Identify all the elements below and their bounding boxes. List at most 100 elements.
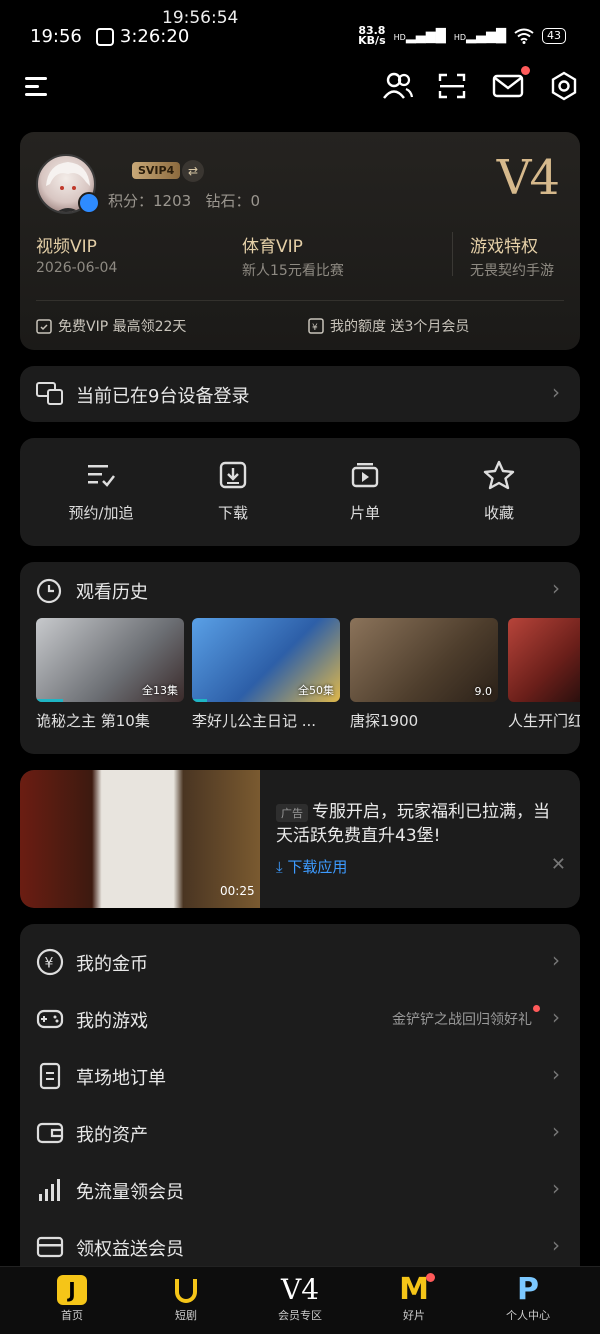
playlist-button[interactable]: 片单 — [300, 460, 430, 523]
settings-icon[interactable] — [544, 66, 584, 106]
watch-history-title[interactable]: 观看历史 — [76, 578, 148, 604]
playlist-label: 片单 — [349, 504, 380, 522]
points-text: 积分：1203 钻石：0 — [108, 192, 261, 210]
chevron-right-icon: › — [552, 948, 560, 972]
sports-vip-title[interactable]: 体育VIP — [242, 232, 303, 257]
menu-label: 我的金币 — [76, 954, 148, 975]
tab-label: 好片 — [403, 1309, 425, 1322]
quota-icon: ¥ — [308, 318, 324, 334]
history-title[interactable]: 唐探1900 — [350, 710, 498, 731]
tab-profile[interactable]: P 个人中心 — [478, 1275, 578, 1323]
vip-level: V4 — [496, 150, 560, 206]
episode-count: 全50集 — [298, 684, 334, 697]
reserve-button[interactable]: 预约/加追 — [36, 460, 166, 523]
history-thumb[interactable] — [508, 618, 580, 702]
menu-label: 领权益送会员 — [76, 1239, 184, 1260]
tab-label: 个人中心 — [506, 1309, 550, 1322]
ad-image[interactable]: 00:25 — [20, 770, 260, 908]
divider — [452, 232, 453, 276]
history-title[interactable]: 李好儿公主日记 ... — [192, 710, 340, 731]
ad-tag: 广告 — [276, 804, 308, 822]
menu-promo-text: 金铲铲之战回归领好礼 — [392, 1012, 532, 1028]
favorites-label: 收藏 — [483, 504, 514, 522]
menu-item-free-data[interactable]: 免流量领会员 › — [20, 1162, 580, 1219]
card-icon — [36, 1236, 64, 1258]
signal-icon — [39, 1179, 60, 1201]
star-icon — [483, 460, 515, 490]
video-vip-expiry: 2026-06-04 — [36, 260, 118, 276]
menu-item-games[interactable]: 我的游戏 金铲铲之战回归领好礼 › — [20, 991, 580, 1048]
devices-icon — [36, 382, 63, 405]
notification-dot — [533, 1005, 540, 1012]
free-vip-label: 免费VIP 最高领22天 — [58, 319, 187, 335]
wallet-icon — [36, 1122, 64, 1144]
timer-icon — [95, 27, 114, 46]
episode-count: 全13集 — [142, 684, 178, 697]
history-title[interactable]: 诡秘之主 第10集 — [36, 710, 184, 731]
status-timer: 3:26:20 — [119, 26, 190, 47]
chevron-right-icon: › — [552, 1005, 560, 1029]
close-ad-icon[interactable]: ✕ — [551, 854, 566, 875]
menu-item-coins[interactable]: ¥ 我的金币 › — [20, 934, 580, 991]
signal-1-icon: HD▂▄▆█ — [393, 28, 446, 44]
status-bar-left: 19:56 3:26:20 — [30, 26, 189, 47]
reserve-list-icon — [88, 465, 115, 487]
chevron-right-icon: › — [552, 1233, 560, 1257]
chevron-right-icon: › — [552, 1062, 560, 1086]
verified-badge-icon — [78, 192, 100, 214]
friends-icon[interactable] — [378, 66, 418, 106]
signal-2-icon: HD▂▄▆█ — [453, 28, 506, 44]
clock-icon — [36, 578, 62, 604]
history-thumb[interactable]: 9.0 — [350, 618, 498, 702]
gamepad-icon — [36, 1009, 64, 1029]
quick-actions: 预约/加追 下载 片单 收藏 — [20, 438, 580, 546]
menu-item-orders[interactable]: 草场地订单 › — [20, 1048, 580, 1105]
status-time: 19:56 — [30, 26, 82, 47]
switch-account-icon[interactable]: ⇄ — [182, 160, 204, 182]
free-vip-link[interactable]: 免费VIP 最高领22天 — [36, 316, 186, 336]
rating: 9.0 — [474, 685, 493, 698]
history-title[interactable]: 人生开门红 — [508, 710, 580, 731]
chevron-right-icon: › — [552, 380, 560, 404]
profile-tab-icon: P — [517, 1272, 539, 1307]
download-button[interactable]: 下载 — [168, 460, 298, 523]
video-vip-title[interactable]: 视频VIP — [36, 232, 97, 257]
my-quota-link[interactable]: ¥ 我的额度 送3个月会员 — [308, 316, 469, 336]
ad-text: 专服开启，玩家福利已拉满，当天活跃免费直升43堡! — [276, 802, 550, 846]
favorites-button[interactable]: 收藏 — [434, 460, 564, 523]
device-login-row[interactable]: 当前已在9台设备登录 › — [20, 366, 580, 422]
history-thumb[interactable]: 全50集 — [192, 618, 340, 702]
tab-vip-zone[interactable]: V4 会员专区 — [250, 1275, 350, 1323]
watch-history-card: 观看历史 › 全13集 诡秘之主 第10集 全50集 李好儿公主日记 ... 9… — [20, 562, 580, 754]
game-privilege-sub: 无畏契约手游 — [470, 263, 554, 279]
calendar-check-icon — [36, 319, 52, 334]
net-speed: 83.8 KB/s — [358, 25, 386, 47]
scan-icon[interactable] — [432, 66, 472, 106]
download-app-link[interactable]: ⤓ 下载应用 — [276, 856, 347, 877]
menu-label: 草场地订单 — [76, 1068, 166, 1089]
home-tab-icon: J — [57, 1275, 87, 1305]
svip-badge: SVIP4 — [132, 162, 181, 179]
menu-label: 我的游戏 — [76, 1011, 148, 1032]
vip-card[interactable]: SVIP4 ⇄ 积分：1203 钻石：0 V4 视频VIP 2026-06-04… — [20, 132, 580, 350]
divider — [36, 300, 564, 301]
mail-icon[interactable] — [488, 66, 530, 106]
menu-label: 我的资产 — [76, 1125, 148, 1146]
menu-label: 免流量领会员 — [76, 1182, 184, 1203]
ad-banner[interactable]: 00:25 专服开启，玩家福利已拉满，当天活跃免费直升43堡! 广告 ⤓ 下载应… — [20, 770, 580, 908]
tab-movies[interactable]: M 好片 — [364, 1273, 464, 1323]
game-privilege-title[interactable]: 游戏特权 — [470, 232, 538, 257]
coin-icon: ¥ — [36, 948, 64, 976]
net-speed-unit: KB/s — [358, 34, 386, 47]
playlist-icon — [351, 463, 379, 488]
menu-icon[interactable] — [18, 66, 58, 106]
tab-home[interactable]: J 首页 — [22, 1275, 122, 1323]
history-thumb[interactable]: 全13集 — [36, 618, 184, 702]
svg-text:¥: ¥ — [45, 956, 54, 972]
wifi-icon — [514, 28, 534, 44]
chevron-right-icon[interactable]: › — [552, 576, 560, 600]
menu-item-assets[interactable]: 我的资产 › — [20, 1105, 580, 1162]
download-icon — [219, 461, 247, 489]
vip-tab-icon: V4 — [280, 1273, 320, 1306]
tab-shorts[interactable]: 短剧 — [136, 1275, 236, 1323]
